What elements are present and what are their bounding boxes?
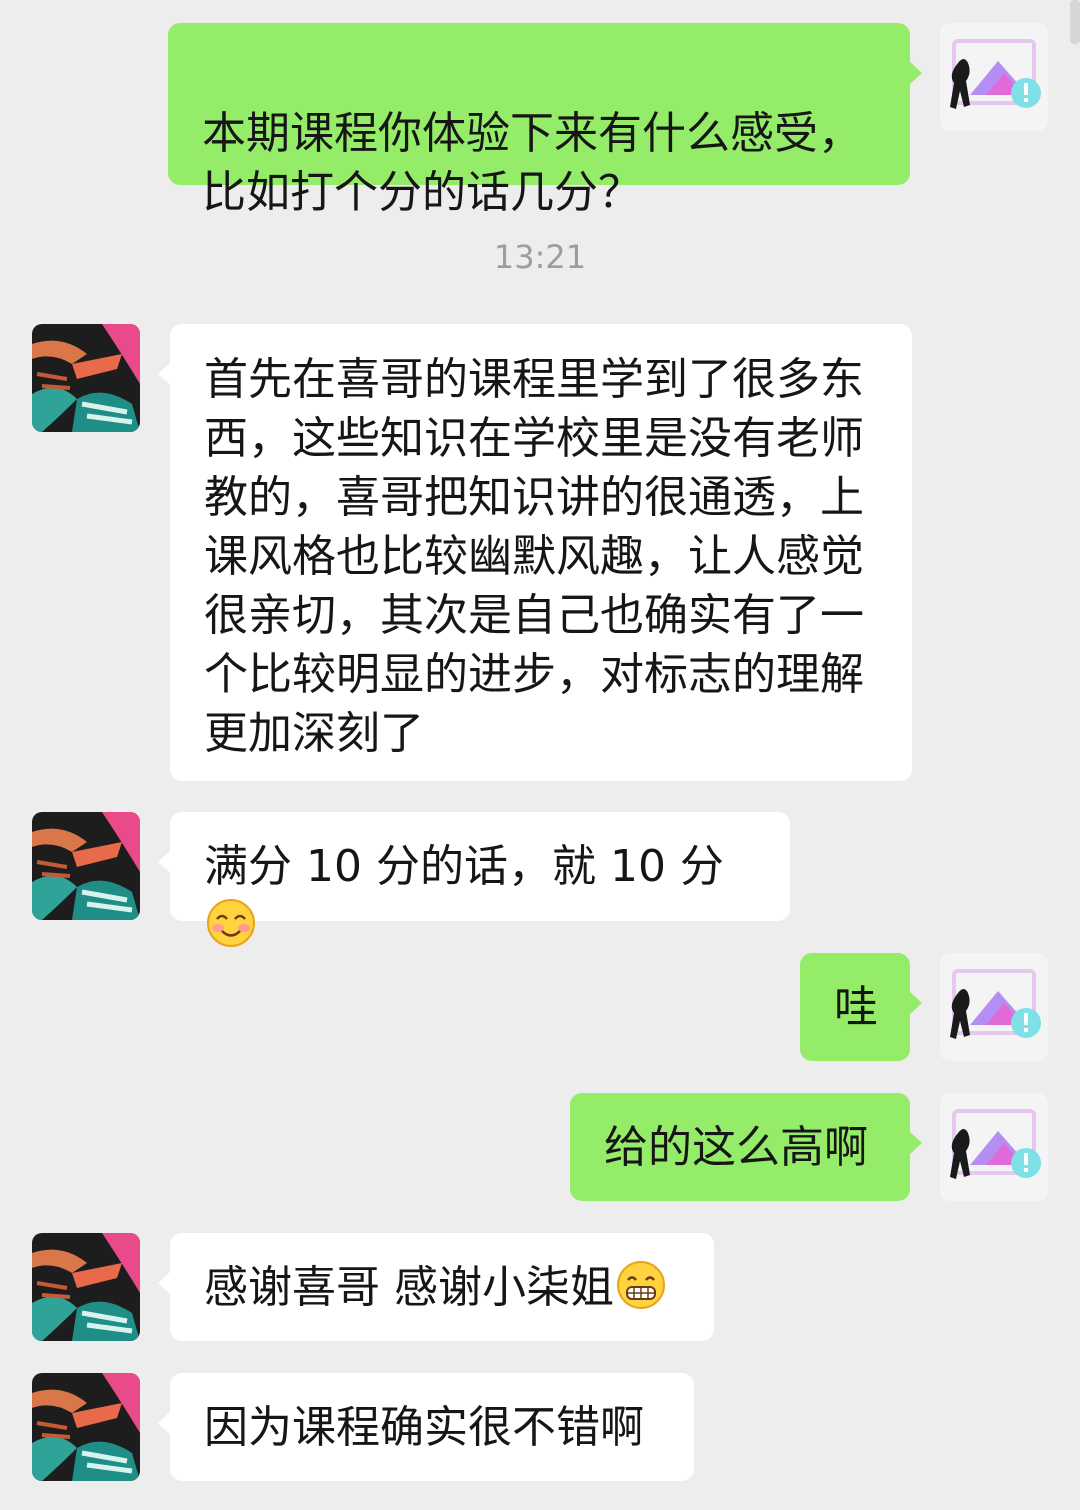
message-text: 首先在喜哥的课程里学到了很多东西，这些知识在学校里是没有老师教的，喜哥把知识讲的…: [204, 354, 864, 759]
message-bubble-outgoing[interactable]: 哇: [800, 953, 922, 1061]
message-text: 哇: [834, 982, 878, 1033]
message-bubble-outgoing[interactable]: 给的这么高啊: [570, 1093, 922, 1201]
contact-avatar[interactable]: [32, 812, 140, 920]
message-bubble-incoming[interactable]: 因为课程确实很不错啊: [158, 1373, 694, 1481]
message-bubble-incoming[interactable]: 满分 10 分的话，就 10 分: [158, 812, 790, 947]
smiling-blush-emoji: [206, 898, 256, 948]
contact-avatar[interactable]: [32, 1233, 140, 1341]
message-text: 本期课程你体验下来有什么感受， 比如打个分的话几分？: [202, 108, 862, 218]
grinning-teeth-emoji: [616, 1260, 666, 1310]
contact-avatar[interactable]: [32, 324, 140, 432]
message-text: 感谢喜哥 感谢小柒姐: [204, 1262, 614, 1313]
message-bubble-incoming[interactable]: 感谢喜哥 感谢小柒姐: [158, 1233, 714, 1341]
message-bubble-outgoing[interactable]: 本期课程你体验下来有什么感受， 比如打个分的话几分？: [168, 23, 922, 218]
my-avatar[interactable]: [940, 1093, 1048, 1201]
broken-image-avatar-icon: [940, 1093, 1048, 1201]
abstract-art-avatar-icon: [32, 812, 140, 920]
contact-avatar[interactable]: [32, 1373, 140, 1481]
scrollbar[interactable]: [1070, 0, 1080, 44]
my-avatar[interactable]: [940, 953, 1048, 1061]
my-avatar[interactable]: [940, 23, 1048, 131]
abstract-art-avatar-icon: [32, 324, 140, 432]
abstract-art-avatar-icon: [32, 1233, 140, 1341]
message-text: 给的这么高啊: [604, 1122, 868, 1173]
abstract-art-avatar-icon: [32, 1373, 140, 1481]
message-bubble-incoming[interactable]: 首先在喜哥的课程里学到了很多东西，这些知识在学校里是没有老师教的，喜哥把知识讲的…: [158, 324, 912, 781]
broken-image-avatar-icon: [940, 23, 1048, 131]
message-timestamp: 13:21: [493, 238, 587, 276]
message-text: 因为课程确实很不错啊: [204, 1402, 644, 1453]
broken-image-avatar-icon: [940, 953, 1048, 1061]
message-text: 满分 10 分的话，就 10 分: [204, 841, 724, 892]
